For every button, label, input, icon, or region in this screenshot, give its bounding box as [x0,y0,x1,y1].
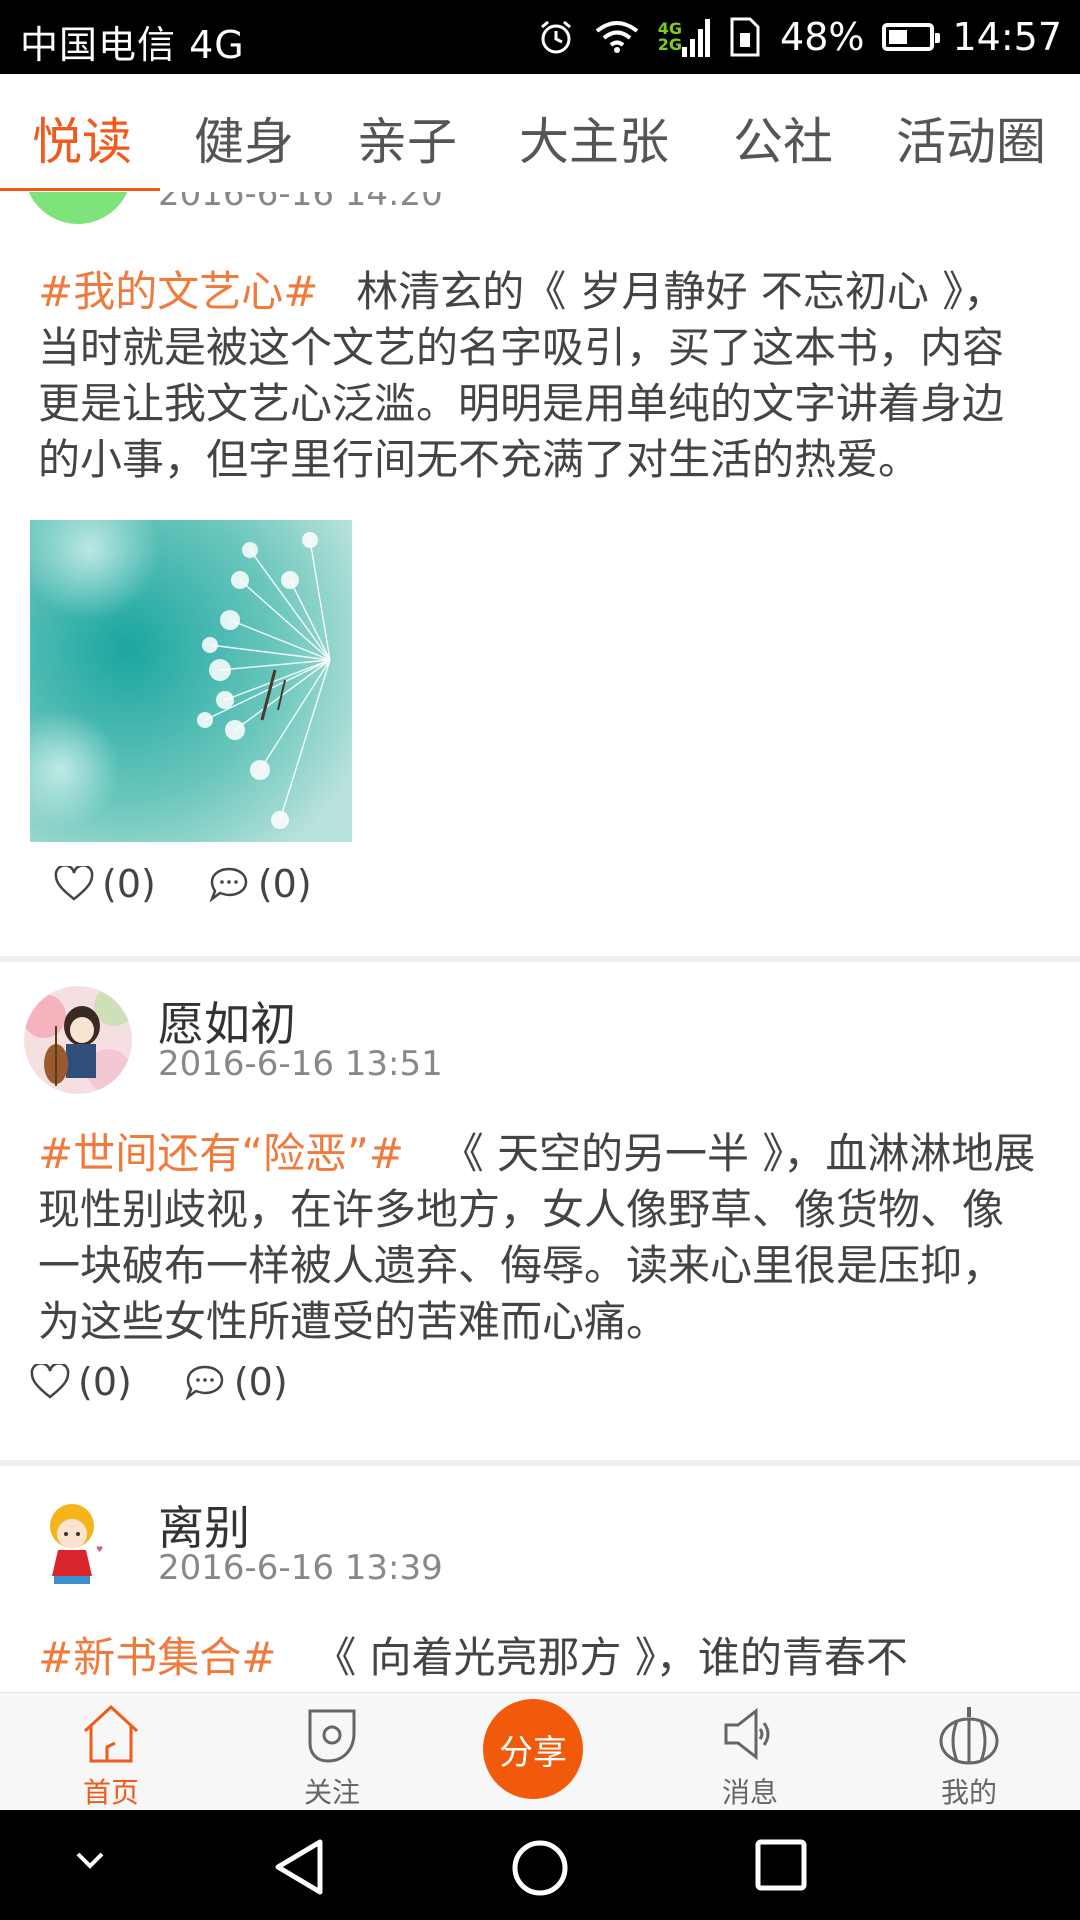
pumpkin-icon [939,1707,999,1765]
post-time: 2016-6-16 14:20 [158,192,443,214]
post-content[interactable]: #我的文艺心# 林清玄的《 岁月静好 不忘初心 》，当时就是被这个文艺的名字吸引，… [38,264,1038,488]
nav-mine[interactable]: 我的 [899,1703,1039,1811]
system-navigation-bar [0,1810,1080,1920]
chevron-down-icon[interactable] [72,1848,108,1872]
comment-count: (0) [257,862,312,906]
post-content[interactable]: #新书集合# 《 向着光亮那方 》，谁的青春不 [38,1630,1038,1686]
tab-yuedu[interactable]: 悦读 [32,102,132,174]
comment-icon [185,1365,224,1400]
status-bar: 中国电信 4G 4G 2G 48% 14:57 [0,0,1080,74]
like-button[interactable]: (0) [30,1360,132,1404]
wifi-icon [594,19,640,55]
nav-home-label: 首页 [82,1776,139,1809]
back-icon[interactable] [272,1838,328,1896]
tab-huodongquan[interactable]: 活动圈 [896,102,1046,174]
topic-tag[interactable]: #我的文艺心# [38,267,318,316]
battery-icon [882,23,941,51]
post-text: 《 向着光亮那方 》，谁的青春不 [314,1633,908,1682]
dandelion-image [30,520,352,842]
comment-count: (0) [233,1360,288,1404]
avatar[interactable]: ♥ [24,1490,132,1598]
avatar[interactable] [24,986,132,1094]
like-button[interactable]: (0) [54,862,156,906]
post-time: 2016-6-16 13:39 [158,1548,443,1588]
tab-dazhuzhang[interactable]: 大主张 [519,102,669,174]
post-divider [0,956,1080,962]
follow-icon [308,1709,356,1763]
nav-messages[interactable]: 消息 [680,1703,820,1811]
clock: 14:57 [952,15,1062,59]
nav-follow[interactable]: 关注 [262,1703,402,1811]
tab-qinzi[interactable]: 亲子 [357,102,457,174]
share-button[interactable]: 分享 [483,1699,583,1799]
battery-percent: 48% [780,15,865,59]
signal-icon: 4G 2G [657,17,711,57]
comment-button[interactable]: (0) [184,1360,288,1404]
active-tab-indicator [0,188,160,191]
home-circle-icon[interactable] [510,1838,570,1898]
like-count: (0) [102,862,156,906]
post-content[interactable]: #世间还有“险恶”# 《 天空的另一半 》，血淋淋地展现性别歧视，在许多地方，女人… [38,1126,1038,1350]
avatar[interactable] [24,192,132,224]
post-image[interactable] [30,520,352,842]
svg-text:♥: ♥ [96,1545,103,1554]
nav-follow-label: 关注 [303,1776,360,1809]
post-actions: (0) (0) [54,862,364,906]
speaker-icon [724,1707,770,1761]
nav-home[interactable]: 首页 [41,1703,181,1811]
nav-messages-label: 消息 [721,1776,778,1809]
comment-button[interactable]: (0) [208,862,312,906]
tab-gongshe[interactable]: 公社 [733,102,833,174]
carrier-label: 中国电信 4G [20,23,245,67]
nav-mine-label: 我的 [940,1776,997,1809]
post-feed[interactable]: 2016-6-16 14:20 #我的文艺心# 林清玄的《 岁月静好 不忘初心 》… [0,192,1080,1692]
sim-icon [728,17,762,57]
net-2g-label: 2G [657,35,683,54]
heart-icon [54,866,94,901]
alarm-icon [536,17,576,57]
bottom-navigation: 首页 关注 分享 消息 我的 [0,1692,1080,1811]
post-actions: (0) (0) [30,1360,340,1404]
category-tab-bar: 悦读 健身 亲子 大主张 公社 活动圈 [0,74,1080,192]
home-icon [83,1704,139,1763]
post-time: 2016-6-16 13:51 [158,1044,443,1084]
heart-icon [30,1364,70,1399]
topic-tag[interactable]: #新书集合# [38,1633,276,1682]
comment-icon [209,867,248,902]
topic-tag[interactable]: #世间还有“险恶”# [38,1129,404,1178]
tab-jianshen[interactable]: 健身 [194,102,294,174]
post-divider [0,1460,1080,1466]
like-count: (0) [78,1360,132,1404]
recents-icon[interactable] [754,1838,808,1892]
